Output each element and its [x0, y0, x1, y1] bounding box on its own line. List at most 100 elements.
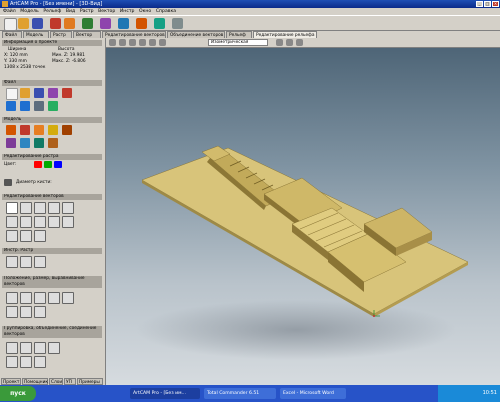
section-project-info[interactable]: Информация о проекте: [2, 40, 102, 46]
open-model-icon[interactable]: [20, 88, 30, 98]
pan-icon[interactable]: [119, 39, 126, 46]
section-bitmap-edit[interactable]: Редактирование растра: [2, 154, 102, 160]
model-resolution-icon[interactable]: [20, 125, 30, 135]
material-icon[interactable]: [286, 39, 293, 46]
task-word[interactable]: Excel - Microsoft Word: [280, 388, 346, 399]
section-bitmap-tools[interactable]: Инстр. Растр: [2, 248, 102, 254]
tab-vector[interactable]: Вектор: [73, 31, 101, 38]
wireframe-icon[interactable]: [296, 39, 303, 46]
tab-file[interactable]: Файл: [2, 31, 22, 38]
menu-window[interactable]: Окно: [139, 8, 151, 15]
tab-assistant[interactable]: Помощник: [22, 378, 48, 385]
section-vector-position[interactable]: Положение, размер, выравнивание векторов: [2, 276, 102, 288]
ungroup-icon[interactable]: [20, 342, 32, 354]
tab-model[interactable]: Модель: [23, 31, 49, 38]
3d-view-icon[interactable]: [154, 18, 165, 29]
weld-icon[interactable]: [34, 342, 46, 354]
wizard-icon[interactable]: [136, 18, 147, 29]
rotate-view-icon[interactable]: [129, 39, 136, 46]
menu-help[interactable]: Справка: [156, 8, 176, 15]
polygon-icon[interactable]: [48, 216, 60, 228]
tab-relief-edit[interactable]: Редактирование рельефа: [253, 31, 317, 38]
align-bottom-icon[interactable]: [62, 292, 74, 304]
intersect-icon[interactable]: [34, 356, 46, 368]
section-vector-edit[interactable]: Редактирование векторов: [2, 194, 102, 200]
3d-viewport[interactable]: [106, 48, 500, 385]
tab-examples[interactable]: Примеры: [77, 378, 103, 385]
move-icon[interactable]: [6, 306, 18, 318]
tab-bitmap[interactable]: Растр: [50, 31, 72, 38]
top-view-icon[interactable]: [149, 39, 156, 46]
properties-icon[interactable]: [48, 101, 58, 111]
model-scale-icon[interactable]: [62, 125, 72, 135]
color-swatch-blue[interactable]: [54, 161, 62, 168]
offset-icon[interactable]: [20, 230, 32, 242]
bezier-icon[interactable]: [48, 202, 60, 214]
ellipse-icon[interactable]: [34, 216, 46, 228]
color-swatch-red[interactable]: [34, 161, 42, 168]
model-rotate-icon[interactable]: [20, 138, 30, 148]
menu-tools[interactable]: Инстр: [120, 8, 135, 15]
model-invert-icon[interactable]: [6, 138, 16, 148]
fit-view-icon[interactable]: [139, 39, 146, 46]
menu-view[interactable]: Вид: [66, 8, 75, 15]
mirror-icon[interactable]: [34, 306, 46, 318]
section-file[interactable]: Файл: [2, 80, 102, 86]
minimize-button[interactable]: _: [476, 1, 483, 7]
tab-vector-combine[interactable]: Объединение векторов: [167, 31, 225, 38]
front-view-icon[interactable]: [159, 39, 166, 46]
model-mirror-icon[interactable]: [34, 138, 44, 148]
maximize-button[interactable]: □: [484, 1, 491, 7]
tab-relief[interactable]: Рельеф: [226, 31, 252, 38]
rectangle-icon[interactable]: [6, 216, 18, 228]
view-select[interactable]: Изометрическая: [208, 39, 268, 46]
task-artcam[interactable]: ArtCAM Pro - [Без им...: [130, 388, 200, 399]
undo-icon[interactable]: [6, 101, 16, 111]
close-button[interactable]: ×: [492, 1, 499, 7]
menu-file[interactable]: Файл: [3, 8, 16, 15]
menu-vector[interactable]: Вектор: [98, 8, 115, 15]
toolpath-icon[interactable]: [118, 18, 129, 29]
star-icon[interactable]: [62, 216, 74, 228]
bitmap-to-vector-icon[interactable]: [6, 256, 18, 268]
brush-icon[interactable]: [4, 179, 12, 186]
arc-icon[interactable]: [62, 202, 74, 214]
vector-icon[interactable]: [82, 18, 93, 29]
new-model-icon[interactable]: [6, 88, 18, 100]
menu-relief[interactable]: Рельеф: [43, 8, 61, 15]
export-icon[interactable]: [34, 101, 44, 111]
bitmap-icon[interactable]: [64, 18, 75, 29]
rotate-icon[interactable]: [20, 306, 32, 318]
align-center-icon[interactable]: [20, 292, 32, 304]
tab-project[interactable]: Проект: [1, 378, 21, 385]
model-clip-icon[interactable]: [48, 125, 58, 135]
relief-icon[interactable]: [100, 18, 111, 29]
polyline-icon[interactable]: [34, 202, 46, 214]
node-edit-icon[interactable]: [20, 202, 32, 214]
select-arrow-icon[interactable]: [6, 202, 18, 214]
model-offset-icon[interactable]: [34, 125, 44, 135]
task-total-commander[interactable]: Total Commander 6.51: [204, 388, 276, 399]
subtract-icon[interactable]: [48, 342, 60, 354]
close-vector-icon[interactable]: [20, 356, 32, 368]
lighting-icon[interactable]: [276, 39, 283, 46]
open-folder-icon[interactable]: [18, 18, 29, 29]
redo-icon[interactable]: [20, 101, 30, 111]
import-icon[interactable]: [48, 88, 58, 98]
color-swatch-green[interactable]: [44, 161, 52, 168]
model-icon[interactable]: [50, 18, 61, 29]
model-grid-icon[interactable]: [48, 138, 58, 148]
eraser-icon[interactable]: [34, 256, 46, 268]
fillet-icon[interactable]: [34, 230, 46, 242]
section-vector-group[interactable]: Группировка, объединение, соединение век…: [2, 326, 102, 338]
tab-vector-edit[interactable]: Редактирование векторов: [102, 31, 166, 38]
new-file-icon[interactable]: [4, 18, 17, 31]
align-right-icon[interactable]: [34, 292, 46, 304]
group-icon[interactable]: [6, 342, 18, 354]
tab-layers[interactable]: Слои: [49, 378, 63, 385]
align-top-icon[interactable]: [48, 292, 60, 304]
print-icon[interactable]: [62, 88, 72, 98]
fill-icon[interactable]: [20, 256, 32, 268]
text-icon[interactable]: [6, 230, 18, 242]
save-icon[interactable]: [32, 18, 43, 29]
